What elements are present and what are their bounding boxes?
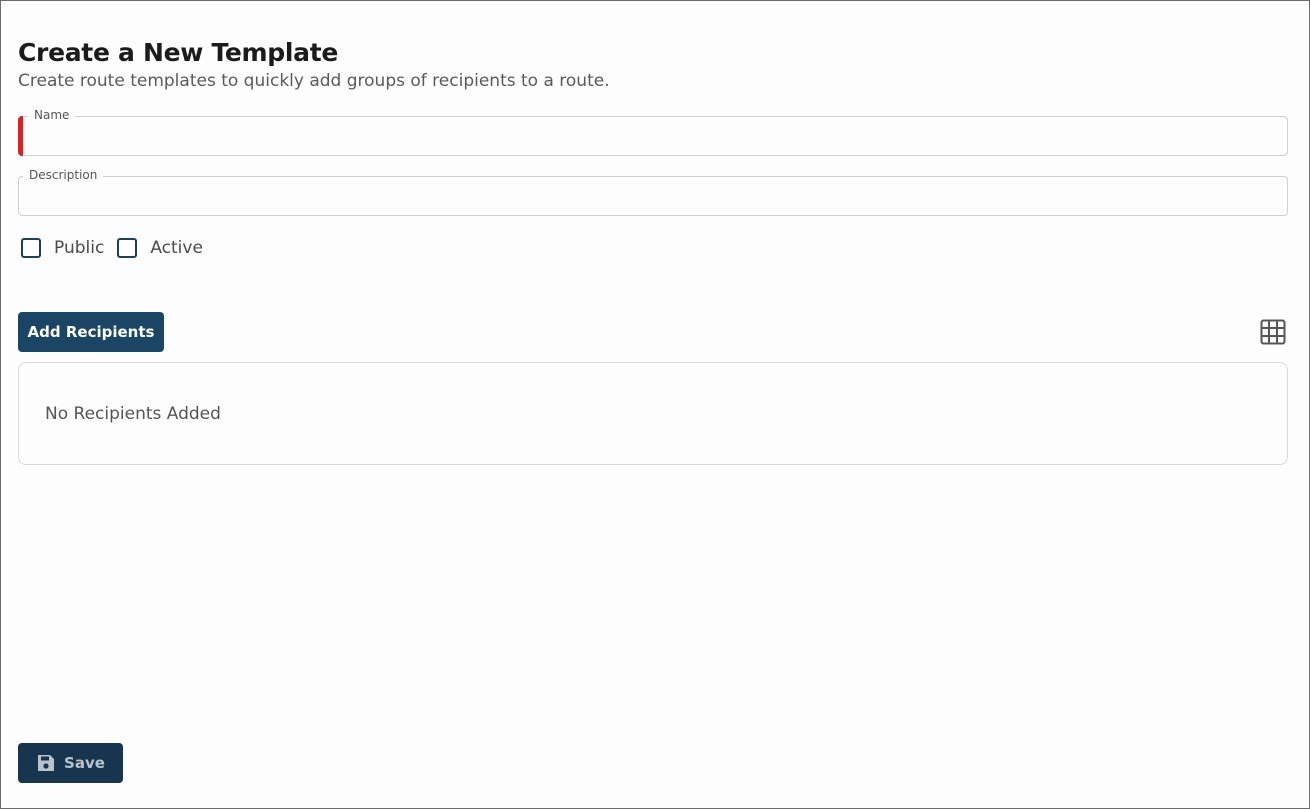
active-checkbox[interactable] (117, 238, 138, 258)
name-input[interactable] (29, 125, 1269, 147)
page-subtitle: Create route templates to quickly add gr… (18, 71, 610, 91)
description-field-label: Description (23, 168, 104, 182)
save-button[interactable]: Save (18, 743, 123, 783)
visibility-options: Public Active (21, 238, 216, 258)
recipients-panel: No Recipients Added (18, 362, 1288, 465)
save-button-label: Save (64, 754, 105, 772)
page-title: Create a New Template (18, 38, 339, 67)
name-field-label: Name (28, 108, 76, 122)
add-recipients-button[interactable]: Add Recipients (18, 312, 164, 352)
active-checkbox-label[interactable]: Active (150, 238, 203, 258)
description-field[interactable]: Description (18, 168, 1288, 216)
public-checkbox-item[interactable]: Public (21, 238, 104, 258)
grid-icon[interactable] (1260, 319, 1286, 345)
description-input[interactable] (29, 185, 1269, 207)
recipients-empty-message: No Recipients Added (45, 404, 221, 424)
floppy-disk-icon (38, 755, 55, 771)
public-checkbox-label[interactable]: Public (54, 238, 104, 258)
name-field[interactable]: Name (18, 108, 1288, 156)
public-checkbox[interactable] (21, 238, 41, 258)
active-checkbox-item[interactable]: Active (117, 238, 203, 258)
required-marker (18, 116, 23, 156)
